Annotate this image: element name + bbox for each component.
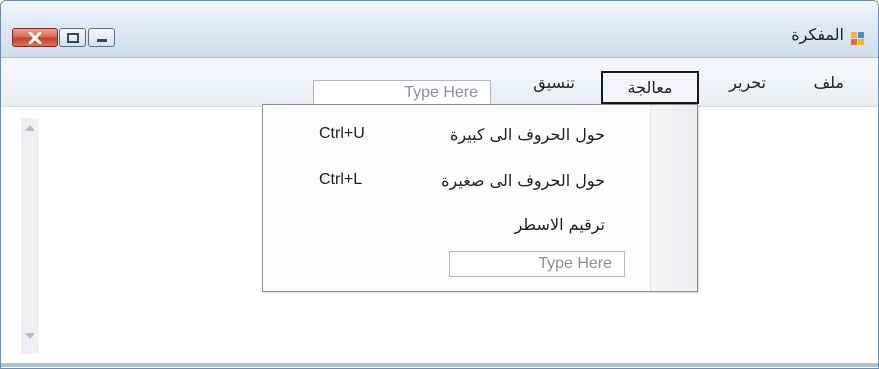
- maximize-button[interactable]: [59, 28, 86, 47]
- dropdown-type-here-input[interactable]: Type Here: [449, 251, 625, 277]
- scroll-up-button[interactable]: [21, 120, 39, 136]
- window-title: المفكرة: [791, 25, 844, 44]
- menu-item-lowercase[interactable]: حول الحروف الى صغيرة Ctrl+L: [263, 165, 653, 195]
- close-icon: [28, 31, 42, 44]
- menu-edit[interactable]: تحرير: [729, 73, 766, 92]
- arrow-up-icon: [25, 125, 35, 131]
- window-bottom-border: [1, 363, 878, 367]
- app-icon: [850, 30, 866, 46]
- menu-item-label: ترقيم الاسطر: [514, 214, 605, 234]
- minimize-icon: [96, 38, 107, 42]
- process-menu-dropdown: حول الحروف الى كبيرة Ctrl+U حول الحروف ا…: [262, 104, 698, 292]
- menu-format[interactable]: تنسيق: [533, 73, 575, 92]
- maximize-icon: [66, 32, 79, 43]
- menu-item-label: حول الحروف الى كبيرة: [450, 124, 605, 144]
- close-button[interactable]: [12, 28, 58, 47]
- menu-item-label: حول الحروف الى صغيرة: [441, 170, 605, 190]
- menu-item-shortcut: Ctrl+L: [319, 171, 363, 188]
- title-bar[interactable]: [1, 1, 878, 58]
- menu-item-line-numbers[interactable]: ترقيم الاسطر: [263, 209, 653, 239]
- menubar-type-here-input[interactable]: Type Here: [313, 80, 491, 106]
- menu-file[interactable]: ملف: [814, 73, 844, 92]
- scroll-down-button[interactable]: [21, 328, 39, 344]
- menu-process[interactable]: معالجة: [601, 71, 699, 104]
- minimize-button[interactable]: [88, 28, 115, 47]
- arrow-down-icon: [25, 333, 35, 339]
- dropdown-icon-strip: [650, 105, 697, 291]
- vertical-scrollbar[interactable]: [21, 118, 39, 354]
- menu-item-uppercase[interactable]: حول الحروف الى كبيرة Ctrl+U: [263, 119, 653, 149]
- app-window: المفكرة ملف تحرير معالجة تنسيق Type Here: [0, 0, 879, 369]
- menu-item-shortcut: Ctrl+U: [319, 125, 365, 142]
